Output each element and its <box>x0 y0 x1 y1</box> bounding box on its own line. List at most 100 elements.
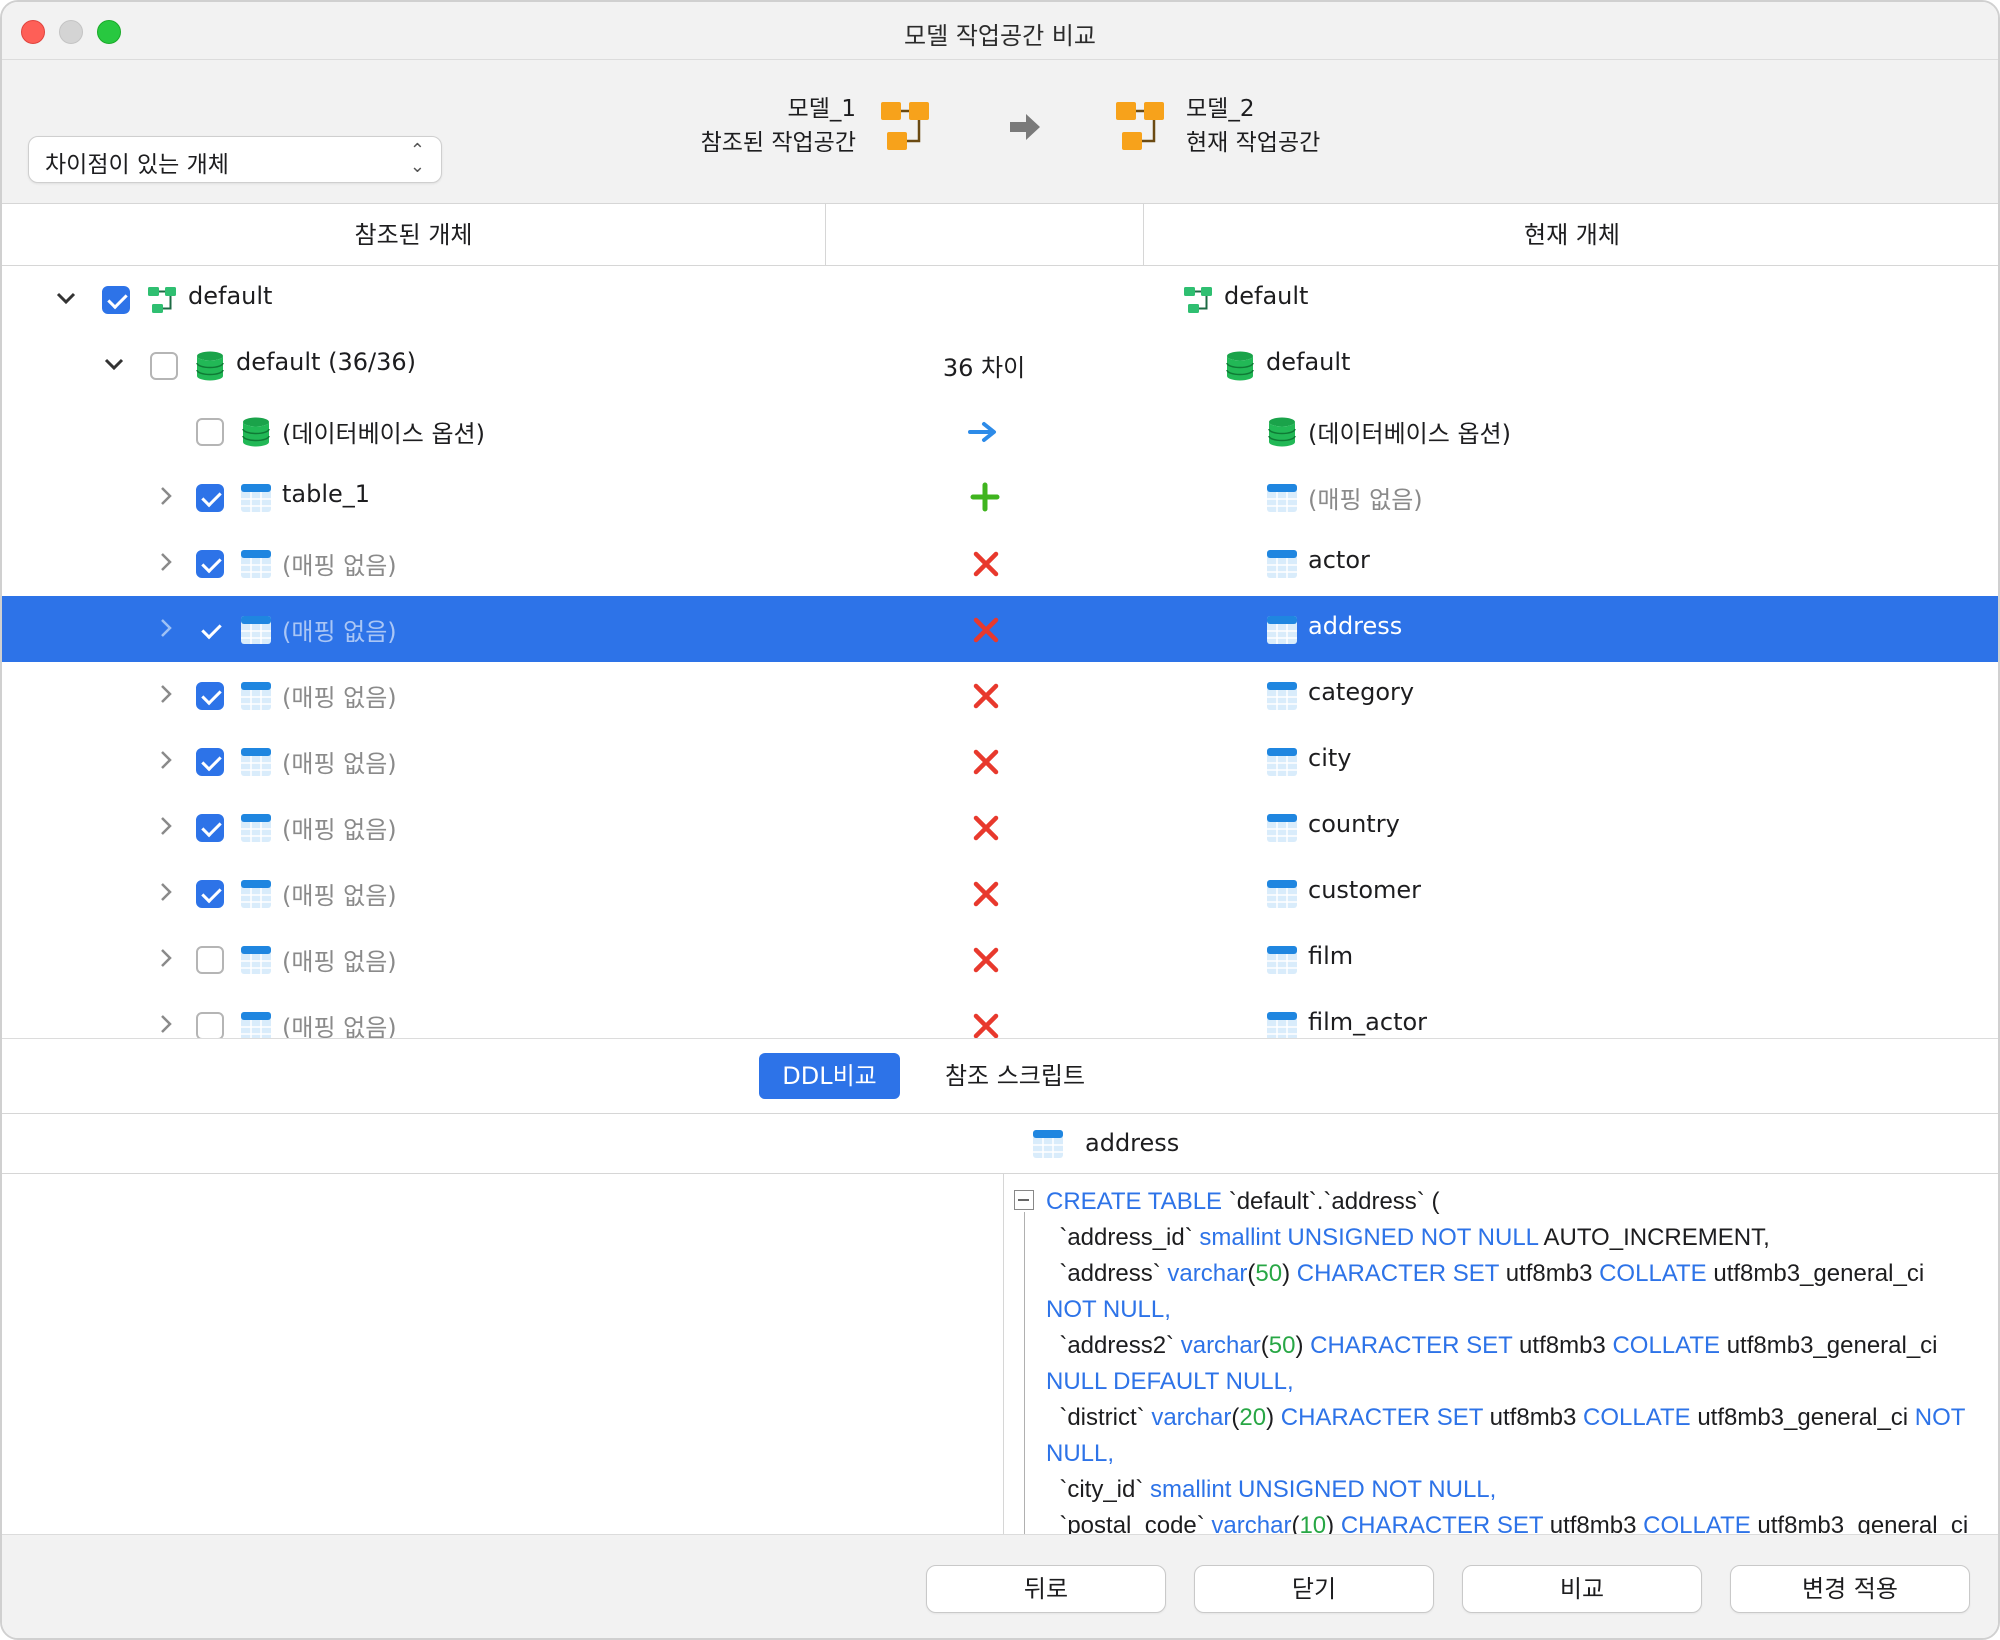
code-token: NOT NULL, <box>1046 1296 1171 1323</box>
chevron-right-icon[interactable] <box>154 814 178 838</box>
row-checkbox[interactable] <box>196 814 224 842</box>
updown-chevron-icon: ⌃ ⌄ <box>409 140 425 177</box>
row-checkbox[interactable] <box>196 550 224 578</box>
delete-cross-icon <box>973 683 999 709</box>
code-token: COLLATE <box>1599 1260 1714 1287</box>
code-token: utf8mb3 <box>1505 1260 1600 1287</box>
reference-object-label: (매핑 없음) <box>282 552 397 580</box>
code-token: utf8mb3_general_ci <box>1726 1332 1938 1359</box>
code-token: COLLATE <box>1583 1404 1698 1431</box>
code-token: utf8mb3_general_ci <box>1757 1512 1969 1534</box>
code-token: NULL, <box>1046 1440 1115 1467</box>
compare-window: 모델 작업공간 비교 차이점이 있는 개체 ⌃ ⌄ 모델_1 참조된 작업공간 모… <box>0 0 2000 1640</box>
close-button[interactable]: 닫기 <box>1194 1565 1434 1613</box>
comparison-header: 차이점이 있는 개체 ⌃ ⌄ 모델_1 참조된 작업공간 모델_2 현재 작업공간 <box>2 60 1998 204</box>
current-object-label: film <box>1308 942 1354 970</box>
table-icon <box>1267 682 1297 710</box>
code-line: NOT NULL, <box>1046 1292 1986 1328</box>
column-header-status[interactable] <box>826 204 1144 266</box>
code-token: varchar <box>1151 1404 1232 1431</box>
tree-row[interactable]: (매핑 없음) film <box>2 926 1998 992</box>
code-line: `address` varchar(50) CHARACTER SET utf8… <box>1046 1256 1986 1292</box>
table-icon <box>1267 550 1297 578</box>
tree-row[interactable]: (매핑 없음) city <box>2 728 1998 794</box>
row-checkbox[interactable] <box>102 286 130 314</box>
ddl-current-pane[interactable]: CREATE TABLE `default`.`address` ( `addr… <box>1004 1174 1998 1534</box>
reference-object-label: default <box>188 282 273 310</box>
ddl-reference-pane[interactable] <box>2 1174 1004 1534</box>
delete-cross-icon <box>973 551 999 577</box>
table-icon <box>241 814 271 842</box>
code-token: COLLATE <box>1643 1512 1758 1534</box>
tree-row[interactable]: (매핑 없음) film_actor <box>2 992 1998 1038</box>
back-button[interactable]: 뒤로 <box>926 1565 1166 1613</box>
code-token: 50 <box>1268 1332 1296 1359</box>
column-header-current[interactable]: 현재 개체 <box>1144 204 1998 266</box>
footer-bar: 뒤로 닫기 비교 변경 적용 <box>2 1534 1998 1638</box>
chevron-right-icon[interactable] <box>154 616 178 640</box>
code-line: `address_id` smallint UNSIGNED NOT NULL … <box>1046 1220 1986 1256</box>
row-checkbox[interactable] <box>196 418 224 446</box>
tree-row[interactable]: default default <box>2 266 1998 332</box>
tree-row[interactable]: (매핑 없음) country <box>2 794 1998 860</box>
ddl-object-header: address <box>2 1114 1998 1174</box>
reference-object-label: (매핑 없음) <box>282 816 397 844</box>
code-token: utf8mb3_general_ci <box>1713 1260 1925 1287</box>
compare-button[interactable]: 비교 <box>1462 1565 1702 1613</box>
code-token: AUTO_INCREMENT, <box>1543 1224 1770 1251</box>
update-arrow-icon <box>968 422 996 442</box>
tree-row[interactable]: default (36/36) 36 차이 default <box>2 332 1998 398</box>
tree-row[interactable]: (매핑 없음) category <box>2 662 1998 728</box>
code-token: smallint UNSIGNED NOT NULL <box>1199 1224 1544 1251</box>
chevron-right-icon[interactable] <box>154 748 178 772</box>
ddl-object-name: address <box>1085 1129 1180 1157</box>
code-token: varchar <box>1167 1260 1248 1287</box>
row-checkbox[interactable] <box>196 616 224 644</box>
row-checkbox[interactable] <box>196 880 224 908</box>
schema-icon <box>148 287 176 313</box>
code-token: ) <box>1266 1404 1281 1431</box>
table-icon <box>1267 814 1297 842</box>
code-token: varchar <box>1211 1512 1292 1534</box>
current-object-label: default <box>1266 348 1351 376</box>
tree-row[interactable]: table_1 (매핑 없음) <box>2 464 1998 530</box>
current-object-label: address <box>1308 612 1403 640</box>
object-tree[interactable]: default default default (36/36) 36 차이 defaul… <box>2 266 1998 1038</box>
row-checkbox[interactable] <box>196 748 224 776</box>
row-checkbox[interactable] <box>196 484 224 512</box>
table-icon <box>1267 1012 1297 1038</box>
row-checkbox[interactable] <box>196 946 224 974</box>
tree-row[interactable]: (매핑 없음) actor <box>2 530 1998 596</box>
code-token: `address_id` <box>1046 1224 1200 1251</box>
tree-row[interactable]: (매핑 없음) address <box>2 596 1998 662</box>
chevron-right-icon[interactable] <box>154 550 178 574</box>
row-checkbox[interactable] <box>196 1012 224 1038</box>
chevron-right-icon[interactable] <box>154 880 178 904</box>
code-token: ) <box>1326 1512 1341 1534</box>
chevron-right-icon[interactable] <box>154 682 178 706</box>
fold-toggle-icon[interactable] <box>1014 1190 1034 1210</box>
apply-changes-button[interactable]: 변경 적용 <box>1730 1565 1970 1613</box>
row-checkbox[interactable] <box>196 682 224 710</box>
target-model-label: 모델_2 현재 작업공간 <box>1186 92 1320 160</box>
tab-reference-script[interactable]: 참조 스크립트 <box>932 1053 1098 1099</box>
fold-guide-line <box>1024 1212 1025 1534</box>
tree-row[interactable]: (데이터베이스 옵션) (데이터베이스 옵션) <box>2 398 1998 464</box>
row-checkbox[interactable] <box>150 352 178 380</box>
chevron-right-icon[interactable] <box>154 484 178 508</box>
chevron-right-icon[interactable] <box>154 946 178 970</box>
chevron-down-icon[interactable] <box>54 286 78 310</box>
code-token: CHARACTER SET <box>1340 1512 1550 1534</box>
delete-cross-icon <box>973 881 999 907</box>
code-token: `address` <box>1046 1260 1168 1287</box>
tab-ddl-compare[interactable]: DDL비교 <box>759 1053 900 1099</box>
code-line: `district` varchar(20) CHARACTER SET utf… <box>1046 1400 1986 1436</box>
chevron-right-icon[interactable] <box>154 1012 178 1036</box>
code-token: utf8mb3 <box>1519 1332 1613 1359</box>
column-header-reference[interactable]: 참조된 개체 <box>2 204 826 266</box>
tree-row[interactable]: (매핑 없음) customer <box>2 860 1998 926</box>
code-token: 50 <box>1255 1260 1283 1287</box>
chevron-down-icon[interactable] <box>102 352 126 376</box>
code-line: `address2` varchar(50) CHARACTER SET utf… <box>1046 1328 1986 1364</box>
filter-select[interactable]: 차이점이 있는 개체 ⌃ ⌄ <box>28 136 442 183</box>
